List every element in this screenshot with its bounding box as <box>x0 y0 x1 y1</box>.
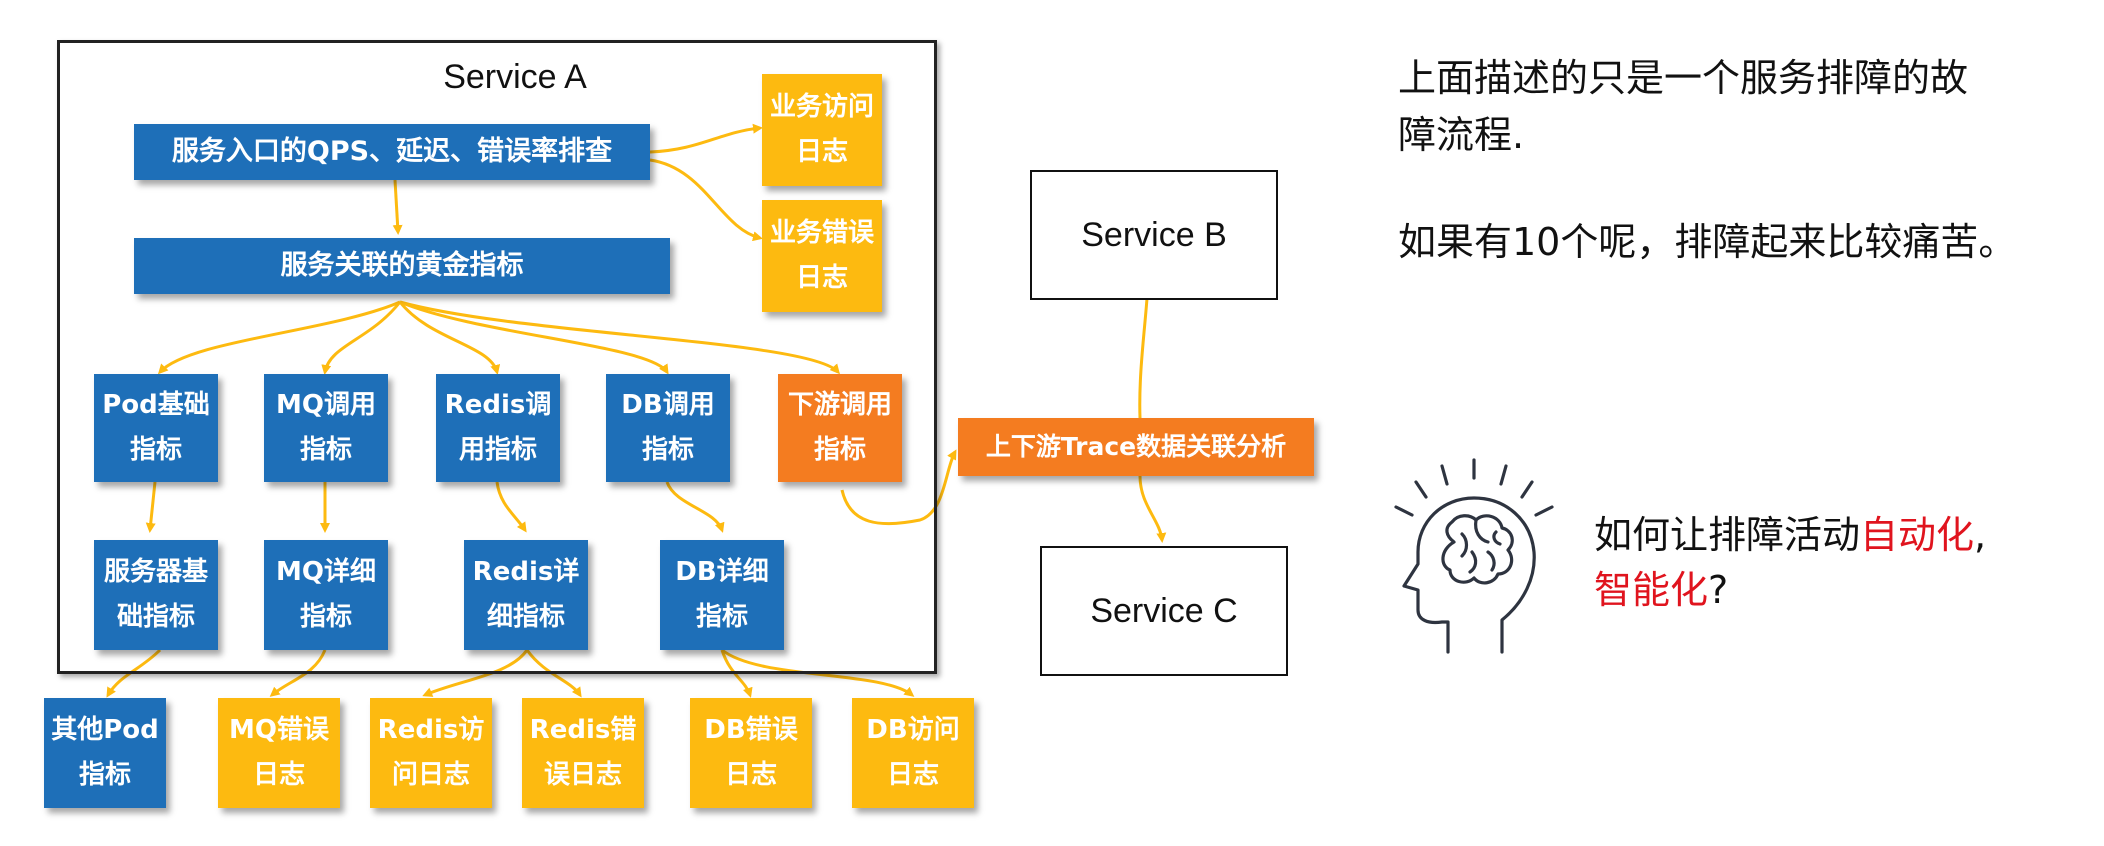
pod-metrics-line2: 指标 <box>129 435 182 465</box>
service-b-box: Service B <box>1030 170 1278 300</box>
downstream-call-metrics-box: 下游调用 指标 <box>778 374 902 482</box>
note-paragraph-1: 上面描述的只是一个服务排障的故 障流程. <box>1398 50 2058 164</box>
trace-analysis-label: 上下游Trace数据关联分析 <box>985 432 1287 462</box>
redis-access-log-box: Redis访 问日志 <box>370 698 492 808</box>
arrow-trace-to-service-c <box>1138 475 1167 543</box>
trace-analysis-box: 上下游Trace数据关联分析 <box>958 418 1314 476</box>
downstream-call-metrics-line2: 指标 <box>813 435 866 465</box>
note-paragraph-2: 如果有10个呢，排障起来比较痛苦。 <box>1398 214 2088 271</box>
mq-detail-metrics-box: MQ详细指标 <box>264 540 388 650</box>
mq-call-metrics-line1: MQ调用 <box>276 389 376 420</box>
redis-error-log-line2: 误日志 <box>543 760 622 790</box>
pod-metrics-box: Pod基础指标 <box>94 374 218 482</box>
entry-check-box: 服务入口的QPS、延迟、错误率排查 <box>134 124 650 180</box>
db-call-metrics-box: DB调用指标 <box>606 374 730 482</box>
downstream-call-metrics-line1: 下游调用 <box>787 389 892 420</box>
db-detail-metrics-line1: DB详细 <box>675 556 769 587</box>
business-access-log-box: 业务访问 日志 <box>762 74 882 186</box>
redis-detail-metrics-line1: Redis详 <box>472 556 580 587</box>
business-error-log-line1: 业务错误 <box>769 217 874 248</box>
entry-check-label: 服务入口的QPS、延迟、错误率排查 <box>171 136 613 168</box>
note-line-3: 如果有10个呢，排障起来比较痛苦。 <box>1398 220 2017 264</box>
other-pod-metrics-box: 其他Pod 指标 <box>44 698 166 808</box>
db-error-log-line1: DB错误 <box>704 714 798 745</box>
mq-error-log-line1: MQ错误 <box>229 714 329 745</box>
redis-access-log-line1: Redis访 <box>377 714 485 745</box>
server-base-metrics-line2: 础指标 <box>116 602 195 632</box>
mq-detail-metrics-line2: 指标 <box>299 602 352 632</box>
note-line-1: 上面描述的只是一个服务排障的故 <box>1398 56 1969 100</box>
other-pod-metrics-line2: 指标 <box>78 760 131 790</box>
golden-metrics-label: 服务关联的黄金指标 <box>280 250 524 282</box>
service-c-box: Service C <box>1040 546 1288 676</box>
db-access-log-line2: 日志 <box>886 760 939 790</box>
note-line-2: 障流程. <box>1398 113 1525 157</box>
redis-error-log-line1: Redis错 <box>529 714 637 745</box>
mq-error-log-line2: 日志 <box>252 760 305 790</box>
business-access-log-line1: 业务访问 <box>769 91 874 122</box>
diagram-stage: Service A 服务入口的QPS、延迟、错误率排查 服务关联的黄金指标 业务… <box>0 0 2104 846</box>
mq-detail-metrics-line1: MQ详细 <box>276 556 376 587</box>
question-comma: , <box>1974 513 1987 557</box>
redis-detail-metrics-box: Redis详 细指标 <box>464 540 588 650</box>
redis-call-metrics-line2: 用指标 <box>458 435 537 465</box>
pod-metrics-line1: Pod基础 <box>102 389 210 420</box>
redis-call-metrics-box: Redis调 用指标 <box>436 374 560 482</box>
question-prefix: 如何让排障活动 <box>1594 513 1861 557</box>
service-a-title: Service A <box>443 58 587 96</box>
brain-head-icon <box>1394 458 1554 654</box>
server-base-metrics-line1: 服务器基 <box>103 556 208 587</box>
db-call-metrics-line1: DB调用 <box>621 389 715 420</box>
mq-call-metrics-box: MQ调用指标 <box>264 374 388 482</box>
redis-error-log-box: Redis错 误日志 <box>522 698 644 808</box>
question-suffix: ? <box>1708 568 1729 613</box>
business-access-log-line2: 日志 <box>795 137 848 167</box>
db-error-log-line2: 日志 <box>724 760 777 790</box>
service-c-label: Service C <box>1090 591 1238 630</box>
db-access-log-box: DB访问日志 <box>852 698 974 808</box>
redis-call-metrics-line1: Redis调 <box>444 389 552 420</box>
redis-access-log-line2: 问日志 <box>391 760 470 790</box>
mq-call-metrics-line2: 指标 <box>299 435 352 465</box>
golden-metrics-box: 服务关联的黄金指标 <box>134 238 670 294</box>
db-detail-metrics-line2: 指标 <box>695 602 748 632</box>
business-error-log-line2: 日志 <box>795 263 848 293</box>
server-base-metrics-box: 服务器基 础指标 <box>94 540 218 650</box>
automation-question: 如何让排障活动自动化, 智能化? <box>1594 508 2074 618</box>
service-b-label: Service B <box>1081 215 1227 254</box>
question-intelligence: 智能化 <box>1594 568 1709 613</box>
db-access-log-line1: DB访问 <box>866 714 960 745</box>
other-pod-metrics-line1: 其他Pod <box>51 714 159 745</box>
db-call-metrics-line2: 指标 <box>641 435 694 465</box>
mq-error-log-box: MQ错误日志 <box>218 698 340 808</box>
db-detail-metrics-box: DB详细指标 <box>660 540 784 650</box>
db-error-log-box: DB错误日志 <box>690 698 812 808</box>
redis-detail-metrics-line2: 细指标 <box>486 602 565 632</box>
business-error-log-box: 业务错误 日志 <box>762 200 882 312</box>
question-automation: 自动化 <box>1860 513 1975 557</box>
